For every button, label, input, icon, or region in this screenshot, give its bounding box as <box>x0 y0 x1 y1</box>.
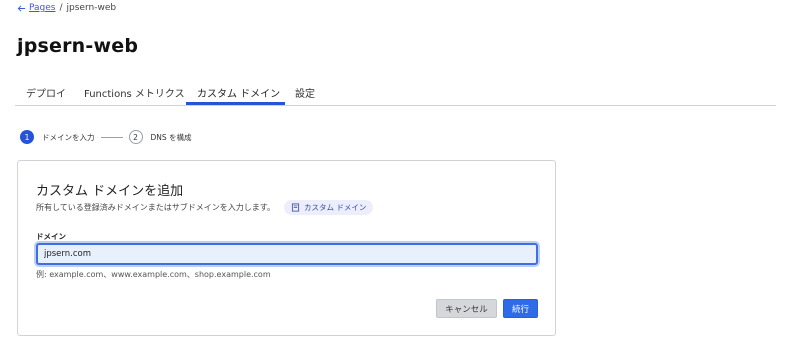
card-title: カスタム ドメインを追加 <box>36 184 184 199</box>
card-description-row: 所有している登録済みドメインまたはサブドメインを入力します。 カスタム ドメイン <box>36 200 374 215</box>
step-connector <box>100 136 123 138</box>
breadcrumb-pages-label[interactable]: Pages <box>29 3 55 13</box>
page-title: jpsern-web <box>17 35 139 57</box>
tab-settings[interactable]: 設定 <box>295 85 315 105</box>
stepper: 1 ドメインを入力 2 DNS を構成 <box>20 130 192 144</box>
step-2-circle: 2 <box>128 130 143 144</box>
continue-button[interactable]: 続行 <box>503 299 538 318</box>
book-icon <box>291 203 300 212</box>
tab-functions-metrics[interactable]: Functions メトリクス <box>84 85 185 105</box>
domain-field-hint: 例: example.com、www.example.com、shop.exam… <box>36 270 271 279</box>
step-1-circle: 1 <box>20 130 34 144</box>
active-tab-indicator <box>186 102 285 105</box>
custom-domain-doc-link[interactable]: カスタム ドメイン <box>283 200 374 215</box>
breadcrumb-current: jpsern-web <box>66 3 117 13</box>
doc-link-label[interactable]: カスタム ドメイン <box>304 202 366 213</box>
breadcrumb-separator: / <box>59 3 63 13</box>
tab-bar: デプロイ Functions メトリクス カスタム ドメイン 設定 <box>15 80 776 106</box>
cancel-button[interactable]: キャンセル <box>436 299 497 318</box>
breadcrumb: Pages / jpsern-web <box>17 3 116 13</box>
breadcrumb-pages-link[interactable]: Pages <box>17 3 55 13</box>
card-description: 所有している登録済みドメインまたはサブドメインを入力します。 <box>36 203 275 212</box>
step-1-label: ドメインを入力 <box>42 132 95 142</box>
domain-field-label: ドメイン <box>36 232 66 241</box>
domain-input[interactable] <box>36 243 538 265</box>
step-2-label: DNS を構成 <box>150 132 192 142</box>
arrow-left-icon <box>17 4 26 12</box>
tab-deploy[interactable]: デプロイ <box>26 85 66 105</box>
add-domain-card: カスタム ドメインを追加 所有している登録済みドメインまたはサブドメインを入力し… <box>17 160 556 336</box>
